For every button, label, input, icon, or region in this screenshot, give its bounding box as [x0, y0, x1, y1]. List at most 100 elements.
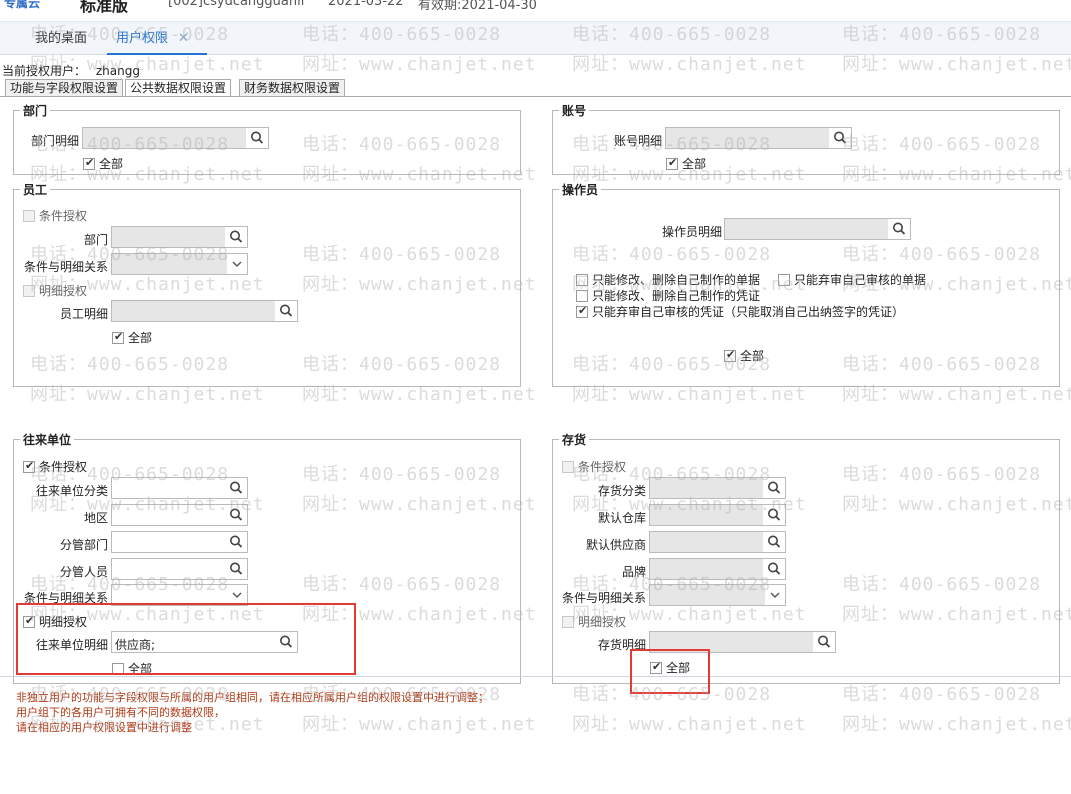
search-icon[interactable]	[763, 505, 785, 525]
inventory-category-field[interactable]	[649, 477, 786, 499]
chevron-down-icon[interactable]	[227, 585, 247, 605]
inventory-warehouse-label: 默认仓库	[597, 511, 646, 525]
search-icon[interactable]	[888, 219, 910, 239]
operator-detail-field[interactable]	[724, 218, 911, 240]
inventory-category-label: 存货分类	[597, 484, 646, 498]
note-line-2: 用户组下的各用户可拥有不同的数据权限，	[16, 706, 225, 719]
search-icon[interactable]	[813, 632, 835, 652]
employee-dept-field[interactable]	[111, 226, 248, 248]
employee-cond-checkbox[interactable]: 条件授权	[23, 207, 87, 224]
tab-user-rights[interactable]: 用户权限 ✕	[107, 22, 207, 55]
partner-cond-checkbox[interactable]: 条件授权	[23, 458, 87, 475]
partner-detail-field[interactable]: 供应商;	[111, 631, 298, 653]
operator-all-label: 全部	[740, 349, 765, 363]
inventory-relation-select[interactable]	[649, 584, 786, 606]
partner-group-title: 往来单位	[20, 431, 75, 448]
current-user: 当前授权用户： zhangg	[2, 62, 140, 79]
partner-relation-label: 条件与明细关系	[23, 591, 108, 605]
inventory-cond-checkbox[interactable]: 条件授权	[562, 458, 626, 475]
employee-relation-select[interactable]	[111, 253, 248, 275]
search-icon[interactable]	[763, 532, 785, 552]
watermark-site: 网址：www.chanjet.net	[572, 714, 807, 735]
operator-opt1-checkbox[interactable]: 只能修改、删除自己制作的单据	[576, 271, 760, 288]
operator-opt3-checkbox[interactable]: 只能修改、删除自己制作的凭证	[576, 287, 760, 304]
inventory-brand-field[interactable]	[649, 558, 786, 580]
footer-divider	[0, 676, 1071, 677]
tab-desktop[interactable]: 我的桌面	[35, 22, 87, 55]
checkbox-icon	[576, 274, 588, 286]
checkbox-icon	[778, 274, 790, 286]
checkbox-icon	[666, 156, 678, 170]
current-user-name: zhangg	[95, 64, 140, 78]
partner-all-checkbox[interactable]: 全部	[112, 660, 152, 677]
partner-detail-auth-checkbox[interactable]: 明细授权	[23, 613, 87, 630]
partner-detail-label: 往来单位明细	[35, 638, 108, 652]
partner-category-field[interactable]	[111, 477, 248, 499]
employee-detail-auth-label: 明细授权	[39, 284, 88, 298]
partner-all-label: 全部	[128, 662, 153, 676]
employee-relation-label: 条件与明细关系	[23, 260, 108, 274]
watermark-site: 网址：www.chanjet.net	[842, 714, 1071, 735]
search-icon[interactable]	[246, 128, 268, 148]
partner-category-label: 往来单位分类	[35, 484, 108, 498]
operator-detail-label: 操作员明细	[661, 225, 722, 239]
employee-dept-label: 部门	[83, 233, 108, 247]
employee-all-checkbox[interactable]: 全部	[112, 329, 152, 346]
partner-dept-label: 分管部门	[59, 538, 108, 552]
inventory-detail-auth-checkbox[interactable]: 明细授权	[562, 613, 626, 630]
employee-detail-field[interactable]	[111, 300, 298, 322]
search-icon[interactable]	[829, 128, 851, 148]
employee-detail-auth-checkbox[interactable]: 明细授权	[23, 282, 87, 299]
partner-staff-field[interactable]	[111, 558, 248, 580]
checkbox-icon	[23, 459, 35, 473]
operator-group-title: 操作员	[559, 181, 602, 198]
checkbox-icon	[576, 290, 588, 302]
search-icon[interactable]	[275, 301, 297, 321]
account-set: [002]csydcangguanli	[168, 0, 305, 9]
dept-all-label: 全部	[99, 157, 124, 171]
partner-region-field[interactable]	[111, 504, 248, 526]
tab-user-rights-label: 用户权限	[116, 31, 169, 46]
operator-opt4-checkbox[interactable]: 只能弃审自己审核的凭证（只能取消自己出纳签字的凭证）	[576, 303, 904, 320]
inventory-warehouse-field[interactable]	[649, 504, 786, 526]
search-icon[interactable]	[225, 227, 247, 247]
chevron-down-icon[interactable]	[765, 585, 785, 605]
partner-cond-label: 条件授权	[39, 460, 88, 474]
dept-detail-field[interactable]	[82, 127, 269, 149]
checkbox-icon	[23, 285, 35, 297]
partner-relation-select[interactable]	[111, 584, 248, 606]
search-icon[interactable]	[275, 632, 297, 652]
search-icon[interactable]	[763, 559, 785, 579]
dept-all-checkbox[interactable]: 全部	[83, 155, 123, 172]
account-detail-field[interactable]	[665, 127, 852, 149]
search-icon[interactable]	[225, 559, 247, 579]
close-icon[interactable]: ✕	[178, 31, 189, 46]
operator-all-checkbox[interactable]: 全部	[724, 347, 764, 364]
inventory-all-checkbox[interactable]: 全部	[650, 659, 690, 676]
inventory-detail-field[interactable]	[649, 631, 836, 653]
employee-group: 员工	[13, 181, 521, 387]
inventory-group-title: 存货	[559, 431, 590, 448]
inventory-supplier-field[interactable]	[649, 531, 786, 553]
search-icon[interactable]	[225, 505, 247, 525]
checkbox-icon	[650, 660, 662, 674]
checkbox-icon	[576, 304, 588, 318]
search-icon[interactable]	[225, 532, 247, 552]
subtab-function-field[interactable]: 功能与字段权限设置	[5, 79, 124, 97]
app-header: 专属云 标准版 [002]csydcangguanli 2021-03-22 有…	[0, 0, 1071, 22]
note-line-3: 请在相应的用户权限设置中进行调整	[16, 721, 192, 734]
dept-group-title: 部门	[20, 102, 51, 119]
subtab-public-data[interactable]: 公共数据权限设置	[125, 79, 232, 97]
dept-detail-label: 部门明细	[30, 134, 79, 148]
chevron-down-icon[interactable]	[227, 254, 247, 274]
login-date: 2021-03-22	[328, 0, 404, 9]
operator-opt2-checkbox[interactable]: 只能弃审自己审核的单据	[778, 271, 926, 288]
checkbox-icon	[562, 616, 574, 628]
account-all-checkbox[interactable]: 全部	[666, 155, 706, 172]
operator-opt2-label: 只能弃审自己审核的单据	[794, 273, 927, 287]
search-icon[interactable]	[763, 478, 785, 498]
watermark-site: 网址：www.chanjet.net	[302, 714, 537, 735]
search-icon[interactable]	[225, 478, 247, 498]
partner-dept-field[interactable]	[111, 531, 248, 553]
subtab-finance-data[interactable]: 财务数据权限设置	[239, 79, 346, 97]
